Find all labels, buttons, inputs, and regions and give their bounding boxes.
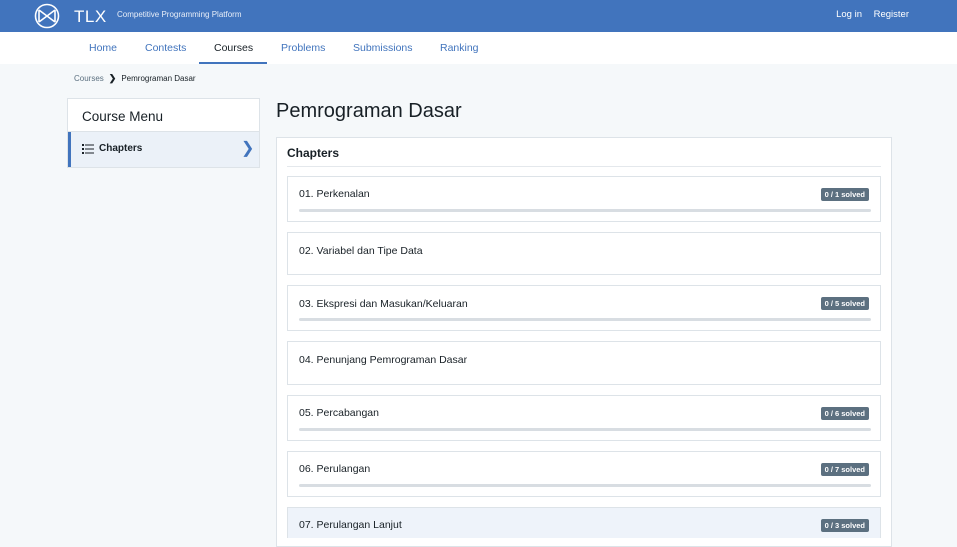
chapter-title: 01. Perkenalan <box>299 188 370 200</box>
chapter-title: 07. Perulangan Lanjut <box>299 519 402 531</box>
sidebar-item-label: Chapters <box>99 143 143 154</box>
chapter-item[interactable]: 06. Perulangan 0 / 7 solved <box>287 451 881 497</box>
brand-name[interactable]: TLX <box>74 7 107 27</box>
chapter-item[interactable]: 01. Perkenalan 0 / 1 solved <box>287 176 881 222</box>
course-menu-title: Course Menu <box>82 109 164 124</box>
chapters-divider <box>287 166 881 167</box>
chapter-item[interactable]: 05. Percabangan 0 / 6 solved <box>287 395 881 441</box>
chapter-item[interactable]: 03. Ekspresi dan Masukan/Keluaran 0 / 5 … <box>287 285 881 331</box>
course-menu-card: Course Menu Chapters ❯ <box>67 98 260 168</box>
solved-badge: 0 / 3 solved <box>820 519 869 532</box>
chapter-item[interactable]: 07. Perulangan Lanjut 0 / 3 solved <box>287 507 881 538</box>
chapter-title: 04. Penunjang Pemrograman Dasar <box>299 354 468 366</box>
solved-badge: 0 / 7 solved <box>820 463 869 476</box>
progress-bar <box>299 484 871 487</box>
active-nav-indicator <box>199 62 267 64</box>
nav-submissions[interactable]: Submissions <box>353 42 413 54</box>
nav-home[interactable]: Home <box>89 42 117 54</box>
chapter-item[interactable]: 04. Penunjang Pemrograman Dasar <box>287 341 881 385</box>
login-link[interactable]: Log in <box>836 9 862 20</box>
top-bar: TLX Competitive Programming Platform Log… <box>0 0 957 32</box>
chapter-title: 06. Perulangan <box>299 463 371 475</box>
chevron-right-icon: ❯ <box>241 140 255 157</box>
nav-ranking[interactable]: Ranking <box>440 42 479 54</box>
solved-badge: 0 / 5 solved <box>820 297 869 310</box>
chapter-item[interactable]: 02. Variabel dan Tipe Data <box>287 232 881 275</box>
sidebar-item-chapters[interactable]: Chapters ❯ <box>68 132 259 167</box>
chapter-title: 05. Percabangan <box>299 407 379 419</box>
tlx-logo-icon[interactable] <box>34 3 60 29</box>
solved-badge: 0 / 6 solved <box>820 407 869 420</box>
page-title: Pemrograman Dasar <box>276 100 462 122</box>
auth-links: Log in Register <box>827 9 909 20</box>
nav-courses[interactable]: Courses <box>214 42 253 54</box>
nav-contests[interactable]: Contests <box>145 42 186 54</box>
list-icon <box>82 144 94 154</box>
breadcrumb-current: Pemrograman Dasar <box>121 74 196 83</box>
breadcrumb-separator-icon: ❯ <box>108 73 117 83</box>
breadcrumb: Courses ❯ Pemrograman Dasar <box>74 73 196 84</box>
progress-bar <box>299 428 871 431</box>
progress-bar <box>299 209 871 212</box>
breadcrumb-courses-link[interactable]: Courses <box>74 74 104 83</box>
chapter-title: 02. Variabel dan Tipe Data <box>299 245 423 257</box>
register-link[interactable]: Register <box>874 9 909 20</box>
main-navigation: Home Contests Courses Problems Submissio… <box>0 32 957 64</box>
chapters-heading: Chapters <box>287 146 340 160</box>
nav-problems[interactable]: Problems <box>281 42 325 54</box>
chapter-title: 03. Ekspresi dan Masukan/Keluaran <box>299 298 468 310</box>
brand-tagline: Competitive Programming Platform <box>117 10 242 19</box>
solved-badge: 0 / 1 solved <box>820 188 869 201</box>
progress-bar <box>299 318 871 321</box>
